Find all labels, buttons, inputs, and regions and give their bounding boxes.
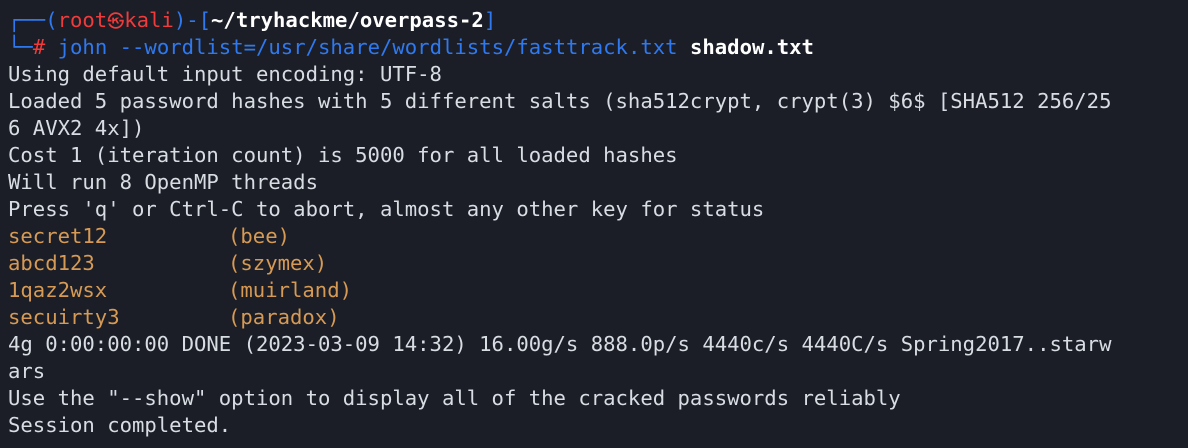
- prompt-cwd: ~/tryhackme/overpass-2: [211, 8, 484, 32]
- command-text: john --wordlist=/usr/share/wordlists/fas…: [57, 35, 678, 59]
- cracked-user: (paradox): [228, 305, 340, 329]
- cracked-row: 1qaz2wsx (muirland): [8, 277, 1188, 304]
- output-line: Press 'q' or Ctrl-C to abort, almost any…: [8, 197, 765, 221]
- prompt-dir-close: ]: [483, 8, 497, 32]
- cracked-password: 1qaz2wsx: [8, 278, 108, 302]
- prompt-user: root: [57, 8, 108, 32]
- prompt-symbol: #: [32, 35, 46, 59]
- prompt-dir-open: )-[: [173, 8, 212, 32]
- output-line: Using default input encoding: UTF-8: [8, 62, 442, 86]
- cracked-password: secret12: [8, 224, 108, 248]
- cracked-row: abcd123 (szymex): [8, 250, 1188, 277]
- prompt-line-top: ┌──(root㉿kali)-[~/tryhackme/overpass-2]: [8, 7, 1188, 34]
- prompt-corner-top: ┌──(: [8, 8, 58, 32]
- output-line: 6 AVX2 4x]): [8, 116, 145, 140]
- kali-skull-icon: ㉿: [107, 12, 125, 32]
- prompt-host: kali: [124, 8, 174, 32]
- command-argument: shadow.txt: [689, 35, 814, 59]
- summary-line: Session completed.: [8, 413, 232, 437]
- output-line: Loaded 5 password hashes with 5 differen…: [8, 89, 1112, 113]
- terminal-window[interactable]: ┌──(root㉿kali)-[~/tryhackme/overpass-2] …: [0, 0, 1188, 448]
- cracked-row: secuirty3 (paradox): [8, 304, 1188, 331]
- cracked-row: secret12 (bee): [8, 223, 1188, 250]
- cracked-user: (bee): [228, 224, 290, 248]
- cracked-password: abcd123: [8, 251, 95, 275]
- summary-line: Use the "--show" option to display all o…: [8, 386, 901, 410]
- cracked-user: (szymex): [228, 251, 328, 275]
- cracked-user: (muirland): [228, 278, 352, 302]
- cracked-password: secuirty3: [8, 305, 120, 329]
- output-line: Cost 1 (iteration count) is 5000 for all…: [8, 143, 678, 167]
- output-line: Will run 8 OpenMP threads: [8, 170, 318, 194]
- summary-line: ars: [8, 359, 46, 383]
- command-line: └─# john --wordlist=/usr/share/wordlists…: [8, 34, 1188, 61]
- prompt-corner-bottom: └─: [8, 35, 33, 59]
- summary-line: 4g 0:00:00:00 DONE (2023-03-09 14:32) 16…: [8, 332, 1112, 356]
